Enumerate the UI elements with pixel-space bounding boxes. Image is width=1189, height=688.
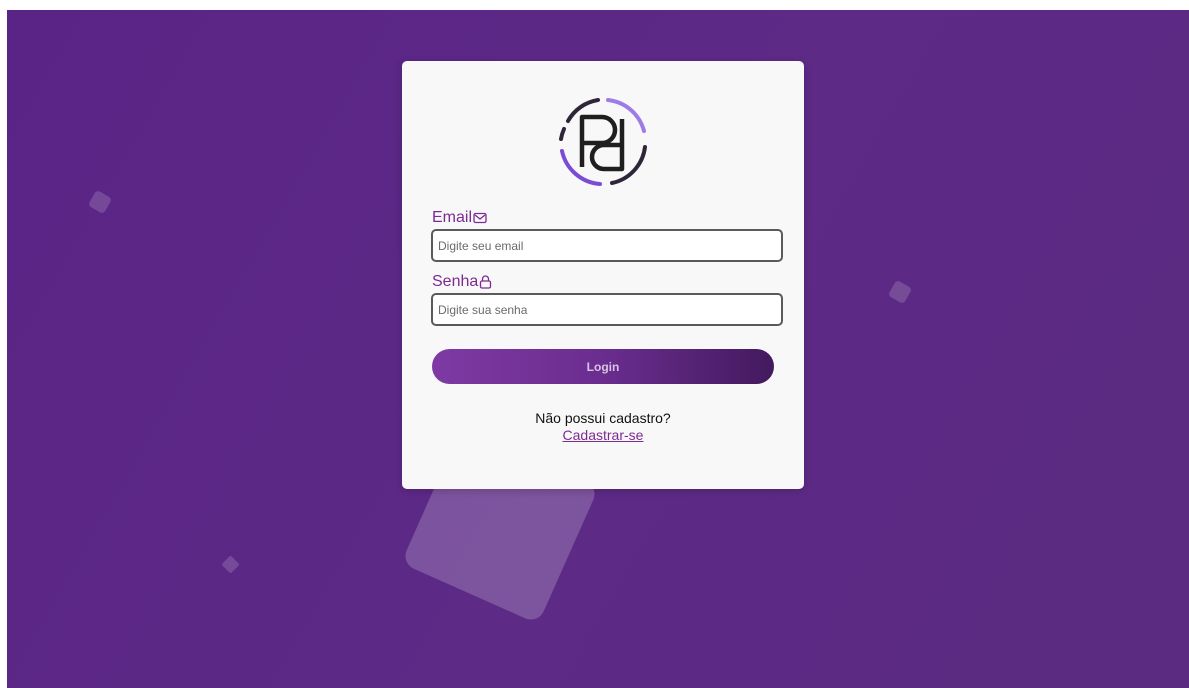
password-input[interactable]: [431, 293, 783, 326]
signup-link[interactable]: Cadastrar-se: [563, 427, 644, 443]
password-label: Senha: [432, 273, 492, 291]
decorative-square: [887, 279, 913, 305]
decorative-square: [87, 189, 113, 215]
email-label-text: Email: [432, 209, 473, 226]
signup-link-wrapper: Cadastrar-se: [402, 427, 804, 443]
email-input[interactable]: [431, 229, 783, 262]
signup-prompt: Não possui cadastro?: [535, 410, 671, 426]
envelope-icon: [473, 212, 487, 224]
page-background: Email Senha Login Não possui cadastro? C…: [7, 10, 1189, 688]
pd-logo-icon: [559, 98, 647, 186]
lock-icon: [480, 275, 492, 289]
email-label: Email: [432, 209, 487, 227]
login-card: Email Senha Login Não possui cadastro? C…: [402, 61, 804, 489]
decorative-square: [221, 555, 240, 574]
login-button[interactable]: Login: [432, 349, 774, 384]
password-label-text: Senha: [432, 273, 479, 290]
